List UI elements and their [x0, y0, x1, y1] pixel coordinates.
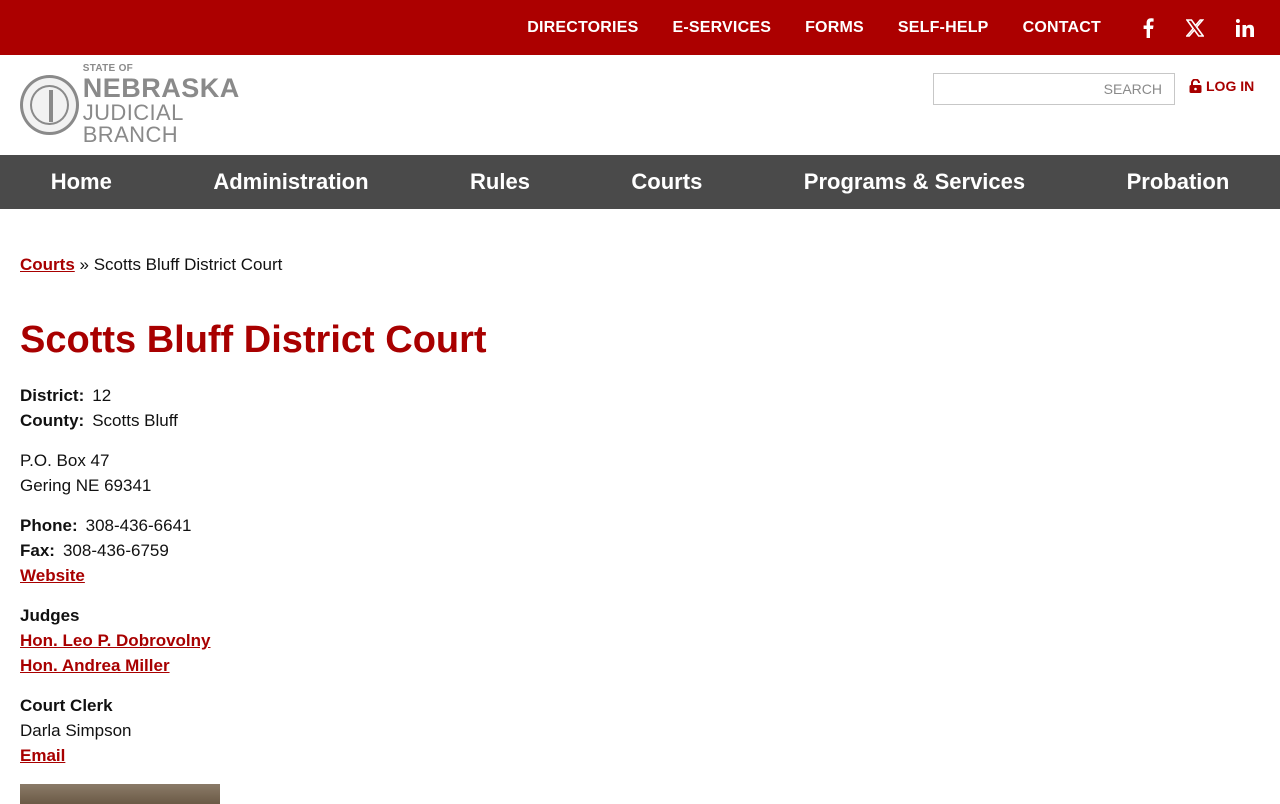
x-icon[interactable]	[1186, 18, 1204, 37]
nav-forms[interactable]: FORMS	[805, 19, 864, 37]
court-info: District: 12 County: Scotts Bluff P.O. Box…	[20, 383, 620, 768]
county-value: Scotts Bluff	[92, 411, 178, 430]
fax-row: Fax: 308-436-6759	[20, 538, 620, 563]
main-nav-courts[interactable]: Courts	[631, 169, 702, 195]
breadcrumb-current: Scotts Bluff District Court	[93, 255, 283, 274]
login-link[interactable]: LOG IN	[1189, 78, 1254, 94]
clerk-photo	[20, 784, 220, 804]
district-value: 12	[92, 386, 112, 405]
address-line-2: Gering NE 69341	[20, 476, 152, 495]
phone-label: Phone:	[20, 516, 78, 535]
nav-e-services[interactable]: E-SERVICES	[672, 19, 771, 37]
judge-link-miller[interactable]: Hon. Andrea Miller	[20, 656, 170, 675]
breadcrumb-separator: »	[79, 255, 89, 274]
nav-contact[interactable]: CONTACT	[1023, 19, 1101, 37]
site-header: STATE OF NEBRASKA JUDICIAL BRANCH LOG IN	[0, 55, 1280, 155]
main-nav-probation[interactable]: Probation	[1127, 169, 1230, 195]
main-nav-programs-services[interactable]: Programs & Services	[804, 169, 1025, 195]
email-row: Email	[20, 743, 620, 768]
main-nav-home[interactable]: Home	[51, 169, 112, 195]
linkedin-icon[interactable]	[1236, 18, 1254, 37]
judge-link-dobrovolny[interactable]: Hon. Leo P. Dobrovolny	[20, 631, 210, 650]
fax-label: Fax:	[20, 541, 55, 560]
top-bar: DIRECTORIES E-SERVICES FORMS SELF-HELP C…	[0, 0, 1280, 55]
website-row: Website	[20, 563, 620, 588]
logo-text: STATE OF NEBRASKA JUDICIAL BRANCH	[83, 64, 280, 146]
logo-line-judicial-branch: JUDICIAL BRANCH	[82, 100, 183, 147]
nav-directories[interactable]: DIRECTORIES	[527, 19, 638, 37]
login-label: LOG IN	[1206, 78, 1255, 94]
main-nav-rules[interactable]: Rules	[470, 169, 530, 195]
breadcrumb: Courts » Scotts Bluff District Court	[20, 255, 1260, 275]
clerk-heading: Court Clerk	[20, 696, 113, 715]
fax-value: 308-436-6759	[62, 541, 169, 560]
district-label: District:	[20, 386, 85, 405]
clerk-name: Darla Simpson	[20, 721, 132, 740]
logo-line-nebraska: NEBRASKA	[82, 73, 240, 103]
email-link[interactable]: Email	[20, 746, 65, 765]
judge-row: Hon. Andrea Miller	[20, 653, 620, 678]
page-title: Scotts Bluff District Court	[20, 319, 487, 361]
website-link[interactable]: Website	[20, 566, 85, 585]
search-input[interactable]	[933, 73, 1175, 105]
judge-row: Hon. Leo P. Dobrovolny	[20, 628, 620, 653]
address-line-1: P.O. Box 47	[20, 451, 110, 470]
main-content: Courts » Scotts Bluff District Court Sco…	[20, 255, 1260, 804]
social-links	[1121, 17, 1254, 38]
county-row: County: Scotts Bluff	[20, 408, 620, 433]
utility-nav: DIRECTORIES E-SERVICES FORMS SELF-HELP C…	[493, 0, 1280, 55]
main-nav-administration[interactable]: Administration	[213, 169, 368, 195]
main-nav: Home Administration Rules Courts Program…	[0, 155, 1280, 209]
judges-heading: Judges	[20, 606, 80, 625]
county-label: County:	[20, 411, 85, 430]
nav-self-help[interactable]: SELF-HELP	[898, 19, 989, 37]
phone-value: 308-436-6641	[85, 516, 192, 535]
site-logo[interactable]: STATE OF NEBRASKA JUDICIAL BRANCH	[20, 64, 280, 146]
facebook-icon[interactable]	[1143, 17, 1154, 38]
district-row: District: 12	[20, 383, 620, 408]
breadcrumb-courts-link[interactable]: Courts	[20, 255, 75, 274]
lock-icon	[1189, 79, 1202, 93]
phone-row: Phone: 308-436-6641	[20, 513, 620, 538]
judicial-seal-icon	[20, 75, 79, 135]
